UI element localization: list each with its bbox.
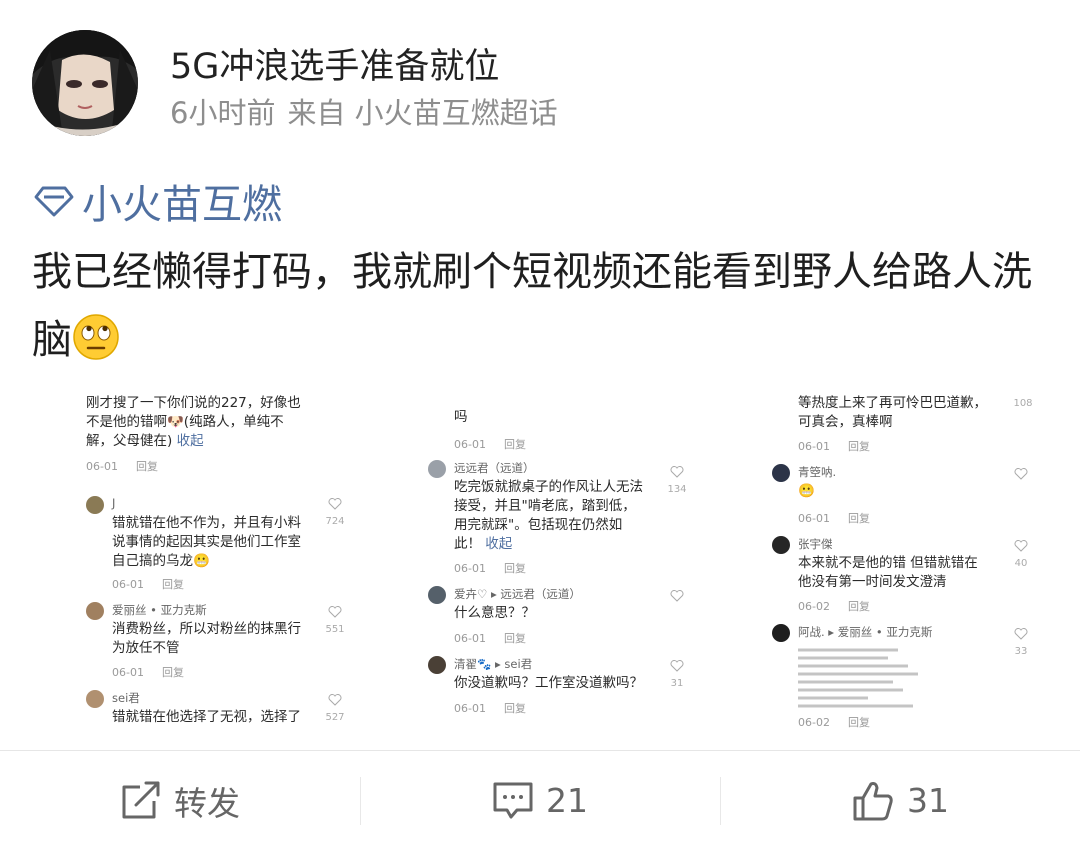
- post-time: 6小时前: [170, 96, 276, 130]
- comment-meta: 06-02 回复: [798, 716, 870, 728]
- like-count: 527: [325, 712, 345, 723]
- share-icon: [122, 781, 160, 818]
- heart-icon: [1014, 540, 1028, 552]
- comment-meta: 06-01 回复: [454, 562, 526, 575]
- collapse-link: 收起: [485, 536, 513, 552]
- repost-label: 转发: [174, 783, 240, 823]
- comment-text: 刚才搜了一下你们说的227，好像也 不是他的错啊🐶(纯路人，单纯不 解，父母健在…: [86, 395, 301, 449]
- post-text: 我已经懒得打码，我就刷个短视频还能看到野人给路人洗脑: [32, 238, 1048, 374]
- avatar: [772, 464, 790, 482]
- like-button[interactable]: 31: [720, 751, 1080, 850]
- comment-text: 吗: [454, 409, 468, 425]
- comment-user: 爱卉♡ ▸ 远远君（远道）: [454, 587, 581, 601]
- comment-meta: 06-01 回复: [454, 702, 526, 715]
- avatar: [772, 536, 790, 554]
- like-count: 134: [667, 484, 687, 495]
- avatar: [86, 602, 104, 620]
- comment-text: 等热度上来了再可怜巴巴道歉， 可真会，真棒啊: [798, 395, 987, 430]
- like-count: 108: [1013, 398, 1033, 409]
- like-count: 33: [1014, 646, 1028, 657]
- comment-meta: 06-01 回复: [798, 440, 870, 453]
- comment-meta: 06-02 回复: [798, 600, 870, 613]
- action-bar: 转发 21 31: [0, 751, 1080, 850]
- heart-icon: [328, 606, 342, 618]
- embedded-text-image: [798, 648, 918, 708]
- comment-user: 远远君（远道）: [454, 461, 535, 475]
- repost-button[interactable]: 转发: [0, 751, 360, 850]
- comment-user: 青箜呐.: [798, 465, 837, 479]
- comment-count: 21: [546, 781, 588, 820]
- like-count: 31: [907, 781, 949, 820]
- comment-text: 消费粉丝，所以对粉丝的抹黑行 为放任不管: [112, 621, 301, 656]
- comment-text: 错就错在他选择了无视，选择了: [112, 709, 301, 725]
- username[interactable]: 5G冲浪选手准备就位: [170, 38, 499, 89]
- heart-icon: [670, 466, 684, 478]
- avatar[interactable]: [32, 30, 138, 136]
- avatar: [428, 586, 446, 604]
- eye-roll-emoji-icon: [73, 314, 119, 360]
- comment-meta: 06-01 回复: [86, 460, 158, 473]
- heart-icon: [328, 694, 342, 706]
- heart-icon: [1014, 628, 1028, 640]
- comment-icon: [493, 782, 533, 818]
- comment-meta: 06-01 回复: [798, 512, 870, 525]
- like-count: 31: [670, 678, 684, 689]
- comment-meta: 06-01 回复: [454, 438, 526, 451]
- like-count: 40: [1014, 558, 1028, 569]
- post-header: 5G冲浪选手准备就位 6小时前 来自 小火苗互燃超话: [32, 30, 1052, 140]
- comment-user: 清翟🐾 ▸ sei君: [454, 657, 533, 671]
- comment-user: J: [112, 496, 116, 510]
- comment-text: 错就错在他不作为，并且有小料 说事情的起因其实是他们工作室 自己搞的乌龙😬: [112, 515, 301, 569]
- comment-user: 阿战. ▸ 爱丽丝 • 亚力克斯: [798, 625, 933, 639]
- comment-text: 本来就不是他的错 但错就错在 他没有第一时间发文澄清: [798, 555, 978, 590]
- avatar: [428, 656, 446, 674]
- like-count: 724: [325, 516, 345, 527]
- heart-icon: [1014, 468, 1028, 480]
- screenshot-gallery: 刚才搜了一下你们说的227，好像也 不是他的错啊🐶(纯路人，单纯不 解，父母健在…: [0, 380, 1080, 730]
- heart-icon: [670, 660, 684, 672]
- diamond-icon: [34, 186, 74, 217]
- avatar: [428, 460, 446, 478]
- post-text-content: 我已经懒得打码，我就刷个短视频还能看到野人给路人洗脑: [32, 249, 1032, 363]
- comment-text: 什么意思？？: [454, 605, 535, 621]
- avatar: [86, 690, 104, 708]
- comment-button[interactable]: 21: [360, 751, 720, 850]
- comment-text: 你没道歉吗？工作室没道歉吗？: [454, 675, 643, 691]
- avatar: [772, 624, 790, 642]
- post-source[interactable]: 来自 小火苗互燃超话: [287, 96, 557, 130]
- comment-user: 爱丽丝 • 亚力克斯: [112, 603, 207, 617]
- comment-meta: 06-01 回复: [112, 578, 184, 591]
- screenshot-2[interactable]: 吗 06-01 回复 远远君（远道） 吃完饭就掀桌子的作风让人无法 接受，并且"啃…: [410, 392, 700, 728]
- heart-icon: [328, 498, 342, 510]
- heart-icon: [670, 590, 684, 602]
- screenshot-1[interactable]: 刚才搜了一下你们说的227，好像也 不是他的错啊🐶(纯路人，单纯不 解，父母健在…: [60, 392, 360, 728]
- comment-meta: 06-01 回复: [454, 632, 526, 645]
- comment-user: 张宇傑: [798, 537, 833, 551]
- comment-text: 😬: [798, 483, 815, 499]
- screenshot-3[interactable]: 等热度上来了再可怜巴巴道歉， 可真会，真棒啊 108 06-01 回复 青箜呐. …: [758, 392, 1048, 728]
- like-count: 551: [325, 624, 345, 635]
- collapse-link: 收起: [176, 433, 204, 449]
- post-meta: 6小时前 来自 小火苗互燃超话: [170, 90, 570, 132]
- comment-text: 吃完饭就掀桌子的作风让人无法 接受，并且"啃老底，踏到低， 用完就踩"。包括现在…: [454, 479, 643, 552]
- topic-tag[interactable]: 小火苗互燃: [34, 178, 282, 228]
- comment-user: sei君: [112, 691, 140, 705]
- thumbs-up-icon: [853, 781, 893, 820]
- avatar: [86, 496, 104, 514]
- topic-label: 小火苗互燃: [82, 182, 282, 228]
- comment-meta: 06-01 回复: [112, 666, 184, 679]
